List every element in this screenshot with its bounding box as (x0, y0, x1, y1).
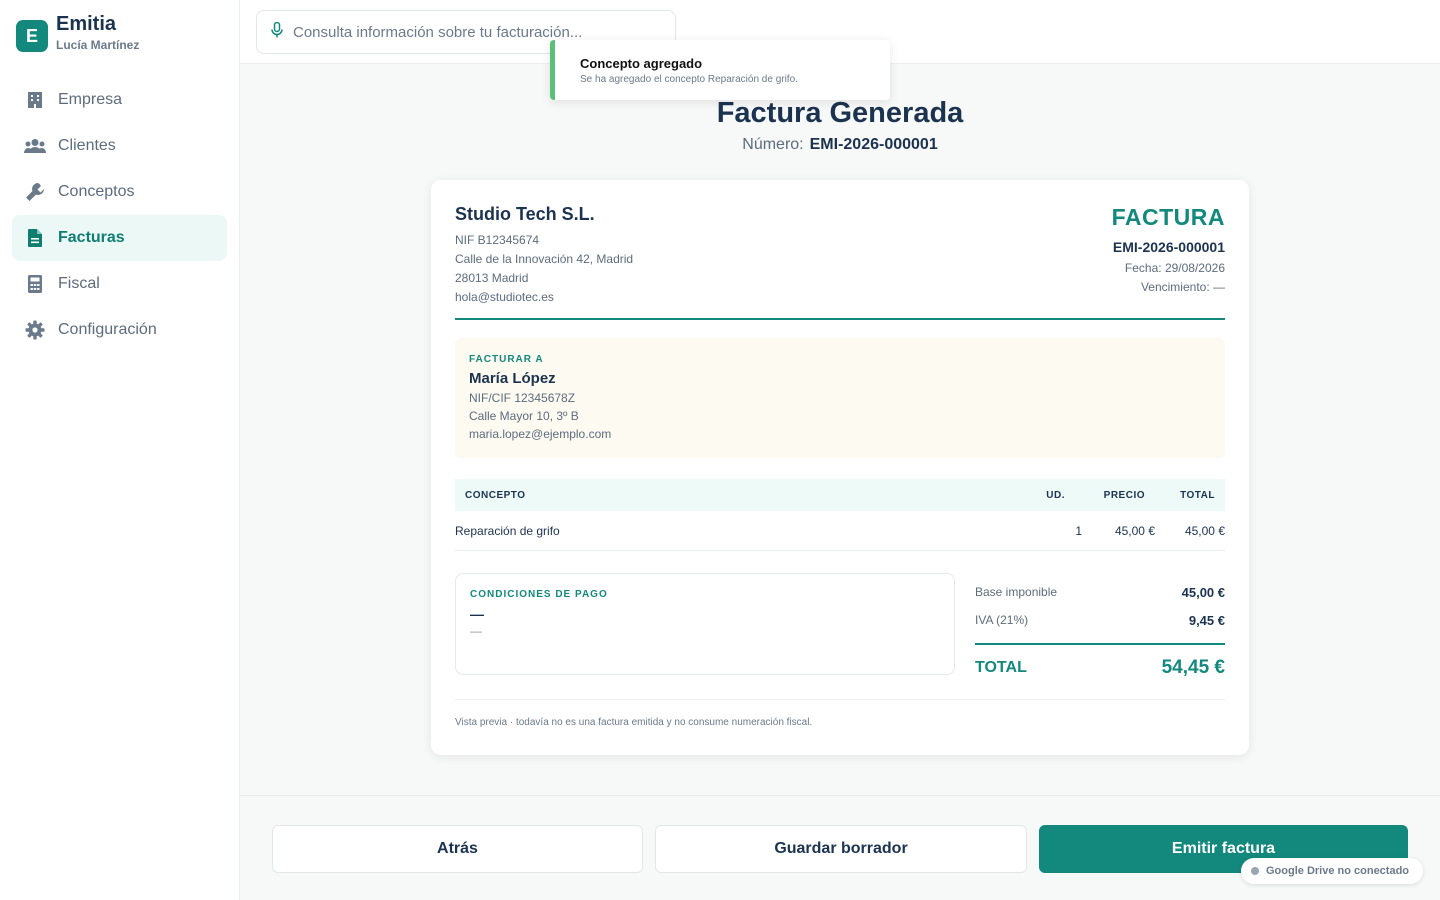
base-value: 45,00 € (1181, 584, 1225, 600)
wrench-icon (24, 181, 46, 203)
users-icon (24, 135, 46, 157)
drive-status-badge[interactable]: Google Drive no conectado (1241, 858, 1423, 884)
payment-conditions: CONDICIONES DE PAGO — — (455, 573, 955, 675)
table-row: Reparación de grifo 1 45,00 € 45,00 € (455, 511, 1225, 551)
invoice-date: Fecha: 29/08/2026 (1124, 261, 1225, 275)
user-name: Lucía Martínez (56, 38, 140, 52)
total-value: 54,45 € (1161, 657, 1225, 678)
sidebar-item-label: Configuración (58, 321, 157, 338)
col-units: UD. (1046, 489, 1065, 501)
invoice-doc-number: EMI-2026-000001 (1112, 239, 1225, 255)
client-address: Calle Mayor 10, 3º B (469, 409, 579, 423)
sidebar-nav: Empresa Clientes Conceptos Facturas Fisc… (12, 77, 227, 353)
issuer-postal: 28013 Madrid (455, 271, 529, 285)
invoice-heading-block: FACTURA EMI-2026-000001 Fecha: 29/08/202… (1112, 204, 1225, 294)
back-button[interactable]: Atrás (272, 825, 643, 873)
invoice-number: EMI-2026-000001 (809, 136, 938, 153)
sidebar-item-label: Clientes (58, 137, 116, 154)
client-email: maria.lopez@ejemplo.com (469, 427, 612, 441)
toast-notification: Concepto agregado Se ha agregado el conc… (550, 40, 890, 100)
client-nif: NIF/CIF 12345678Z (469, 391, 576, 405)
invoice-preview-card: Studio Tech S.L. NIF B12345674 Calle de … (431, 180, 1249, 755)
col-concept: CONCEPTO (465, 489, 526, 501)
sidebar: E Emitia Lucía Martínez Empresa Clientes… (0, 0, 240, 900)
toast-title: Concepto agregado (580, 56, 703, 71)
sidebar-item-facturas[interactable]: Facturas (12, 215, 227, 261)
bill-to-label: FACTURAR A (469, 354, 544, 365)
preview-note: Vista previa · todavía no es una factura… (455, 717, 813, 728)
sidebar-item-fiscal[interactable]: Fiscal (12, 261, 227, 307)
sidebar-item-conceptos[interactable]: Conceptos (12, 169, 227, 215)
bill-to-block: FACTURAR A María López NIF/CIF 12345678Z… (455, 338, 1225, 458)
sidebar-item-label: Conceptos (58, 183, 135, 200)
col-total: TOTAL (1180, 489, 1215, 501)
sidebar-item-label: Empresa (58, 91, 123, 108)
issuer-nif: NIF B12345674 (455, 233, 540, 247)
save-draft-button[interactable]: Guardar borrador (655, 825, 1027, 873)
action-footer: Atrás Guardar borrador Emitir factura (240, 795, 1440, 900)
base-row: Base imponible 45,00 € (975, 578, 1225, 606)
payment-conditions-main: — (470, 606, 484, 622)
calculator-icon (24, 273, 46, 295)
client-name: María López (469, 370, 556, 387)
sidebar-item-label: Fiscal (58, 275, 100, 292)
status-dot-icon (1251, 867, 1259, 875)
brand: E Emitia Lucía Martínez (16, 14, 140, 52)
iva-value: 9,45 € (1188, 612, 1225, 628)
sidebar-item-configuracion[interactable]: Configuración (12, 307, 227, 353)
row-concept: Reparación de grifo (455, 523, 560, 538)
row-price: 45,00 € (1114, 523, 1155, 538)
payment-conditions-sub: — (470, 624, 482, 638)
sidebar-item-clientes[interactable]: Clientes (12, 123, 227, 169)
row-total: 45,00 € (1184, 523, 1225, 538)
invoice-number-label: Número: (742, 136, 804, 153)
invoice-heading: FACTURA (1111, 204, 1225, 230)
document-icon (24, 227, 46, 249)
iva-label: IVA (21%) (975, 613, 1029, 627)
issuer-name: Studio Tech S.L. (455, 204, 595, 224)
base-label: Base imponible (975, 585, 1058, 599)
sidebar-item-empresa[interactable]: Empresa (12, 77, 227, 123)
line-items-table: CONCEPTO UD. PRECIO TOTAL Reparación de … (455, 479, 1225, 551)
microphone-icon[interactable] (271, 21, 283, 43)
row-units: 1 (1075, 523, 1082, 538)
app-logo: E (16, 20, 48, 52)
app-name: Emitia (56, 13, 117, 35)
issuer-block: Studio Tech S.L. NIF B12345674 Calle de … (455, 204, 633, 304)
table-header: CONCEPTO UD. PRECIO TOTAL (455, 479, 1225, 511)
total-row: TOTAL 54,45 € (975, 657, 1225, 679)
invoice-due: Vencimiento: — (1140, 280, 1225, 294)
invoice-number-line: Número: EMI-2026-000001 (240, 136, 1440, 154)
toast-message: Se ha agregado el concepto Reparación de… (580, 74, 798, 85)
footer-divider (455, 699, 1225, 700)
col-price: PRECIO (1103, 489, 1145, 501)
header-divider (455, 318, 1225, 320)
gear-icon (24, 319, 46, 341)
payment-conditions-label: CONDICIONES DE PAGO (470, 589, 608, 600)
building-icon (24, 89, 46, 111)
search-input[interactable] (293, 23, 653, 41)
totals-block: Base imponible 45,00 € IVA (21%) 9,45 € … (975, 578, 1225, 679)
page-title: Factura Generada (716, 97, 964, 129)
drive-status-text: Google Drive no conectado (1266, 865, 1410, 877)
issuer-address: Calle de la Innovación 42, Madrid (455, 252, 634, 266)
sidebar-item-label: Facturas (58, 229, 125, 246)
issuer-email: hola@studiotec.es (455, 290, 554, 304)
totals-divider (975, 643, 1225, 645)
total-label: TOTAL (975, 659, 1027, 676)
iva-row: IVA (21%) 9,45 € (975, 606, 1225, 634)
